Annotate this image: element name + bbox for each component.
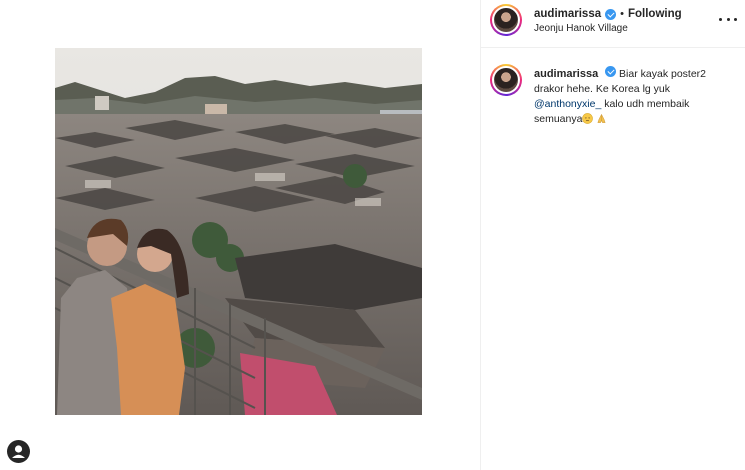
avatar (494, 8, 518, 32)
folded-hands-emoji (597, 113, 606, 123)
hanok-village-photo (55, 48, 422, 415)
header-username-row: audimarissa • Following (534, 8, 682, 20)
mention-link[interactable]: @anthonyxie_ (534, 98, 601, 110)
verified-badge-icon (605, 66, 617, 77)
caption-username[interactable]: audimarissa (534, 68, 598, 80)
verified-badge-icon (605, 8, 617, 20)
user-silhouette-icon (12, 445, 25, 458)
post-photo[interactable] (55, 48, 422, 415)
more-options-icon[interactable] (719, 14, 737, 24)
location-link[interactable]: Jeonju Hanok Village (534, 23, 628, 34)
post-header: audimarissa • Following Jeonju Hanok Vil… (481, 0, 745, 48)
caption-text: audimarissa Biar kayak poster2 drakor he… (534, 66, 734, 127)
profile-icon[interactable] (7, 440, 30, 463)
following-button[interactable]: Following (628, 8, 682, 20)
post-media-pane (0, 0, 480, 470)
story-ring[interactable] (490, 4, 522, 36)
separator-dot: • (620, 8, 624, 20)
post-details-pane: audimarissa • Following Jeonju Hanok Vil… (481, 0, 745, 470)
caption-story-ring[interactable] (490, 64, 522, 96)
caption-avatar (494, 68, 518, 92)
header-username[interactable]: audimarissa (534, 8, 601, 20)
pensive-face-emoji (582, 113, 594, 124)
